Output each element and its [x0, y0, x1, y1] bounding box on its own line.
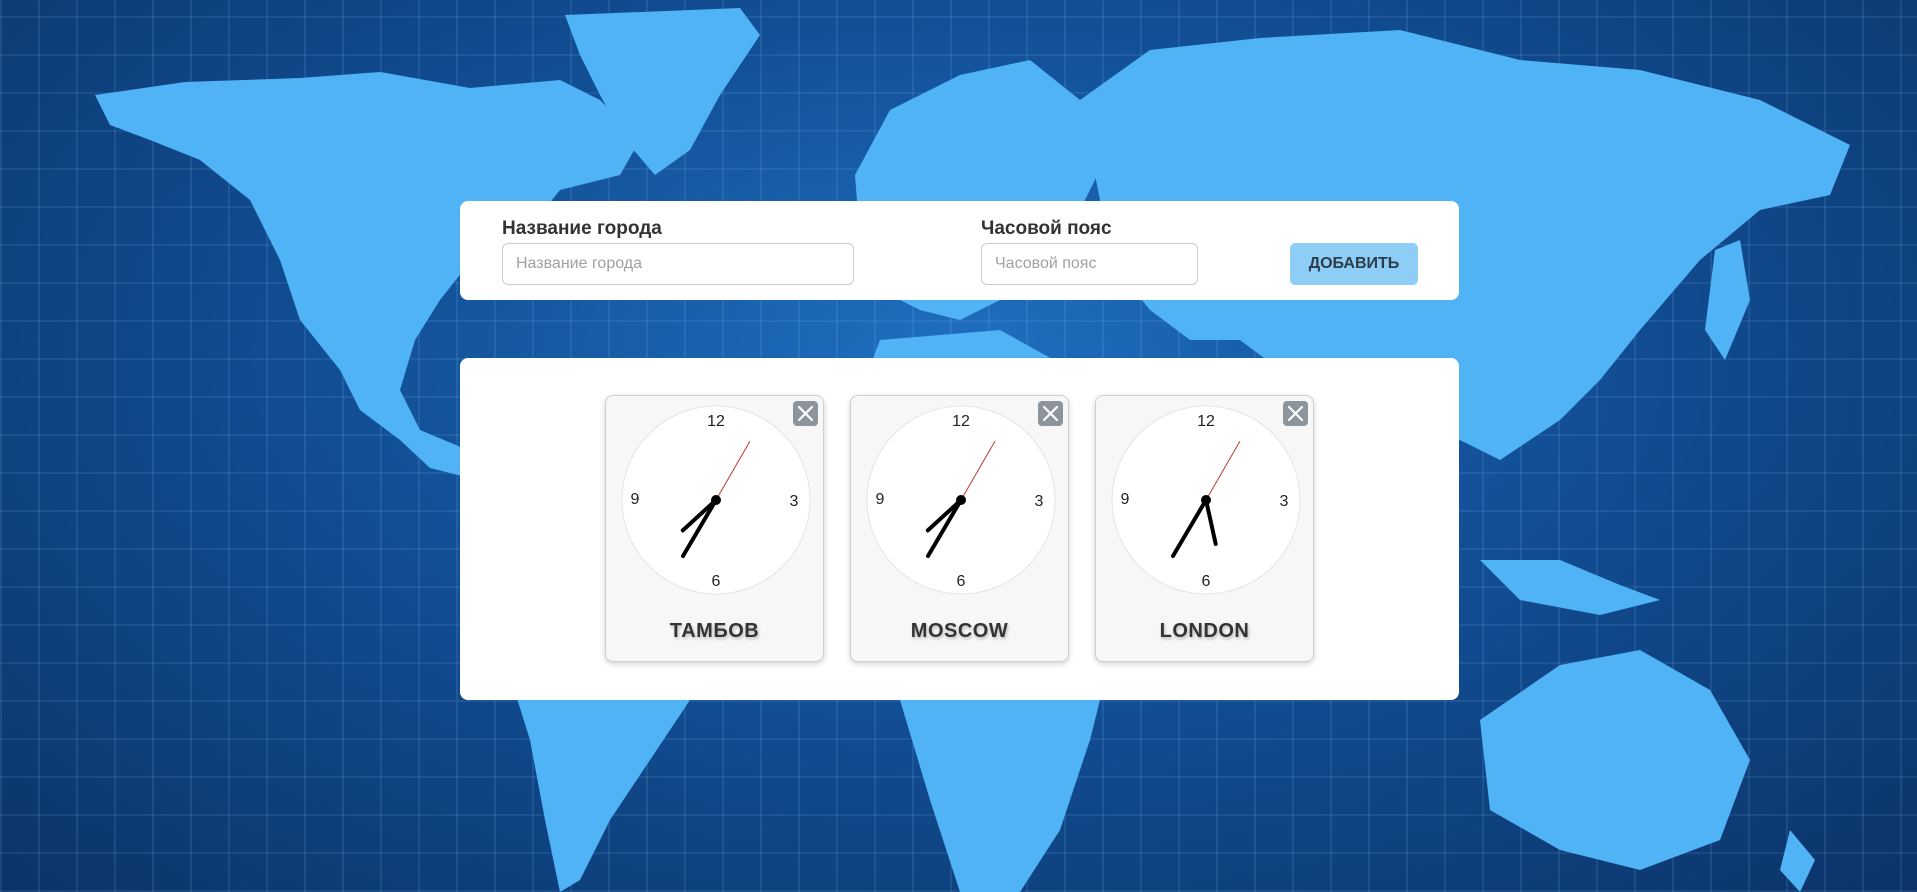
analog-clock: 12 3 6 9 — [1111, 405, 1301, 595]
numeral-12: 12 — [707, 413, 725, 430]
city-name-label: Название города — [502, 218, 662, 239]
clock-center — [711, 495, 721, 505]
numeral-3: 3 — [790, 493, 799, 510]
numeral-12: 12 — [1197, 413, 1215, 430]
numeral-6: 6 — [1202, 573, 1211, 590]
numeral-3: 3 — [1035, 493, 1044, 510]
numeral-12: 12 — [952, 413, 970, 430]
clock-center — [1201, 495, 1211, 505]
add-clock-form: Название города Часовой пояс ДОБАВИТЬ — [460, 201, 1459, 300]
city-name-input[interactable] — [502, 243, 854, 285]
clock-center — [956, 495, 966, 505]
numeral-9: 9 — [631, 491, 640, 508]
numeral-9: 9 — [1121, 491, 1130, 508]
add-button[interactable]: ДОБАВИТЬ — [1290, 243, 1418, 285]
city-name: ТАМБОВ — [669, 620, 760, 642]
numeral-6: 6 — [712, 573, 721, 590]
clocks-panel: 12 3 6 9 ТАМБОВ 12 3 6 9 MOSCOW 12 3 6 9… — [460, 358, 1459, 700]
clock-widget-tambov: 12 3 6 9 ТАМБОВ — [605, 395, 824, 662]
analog-clock: 12 3 6 9 — [866, 405, 1056, 595]
clock-widget-moscow: 12 3 6 9 MOSCOW — [850, 395, 1069, 662]
numeral-9: 9 — [876, 491, 885, 508]
timezone-input[interactable] — [981, 243, 1198, 285]
timezone-label: Часовой пояс — [981, 218, 1112, 239]
numeral-6: 6 — [957, 573, 966, 590]
city-name: MOSCOW — [910, 620, 1009, 642]
city-name: LONDON — [1159, 620, 1250, 642]
analog-clock: 12 3 6 9 — [621, 405, 811, 595]
clock-widget-london: 12 3 6 9 LONDON — [1095, 395, 1314, 662]
numeral-3: 3 — [1280, 493, 1289, 510]
page: Название города Часовой пояс ДОБАВИТЬ 12… — [0, 0, 1917, 892]
